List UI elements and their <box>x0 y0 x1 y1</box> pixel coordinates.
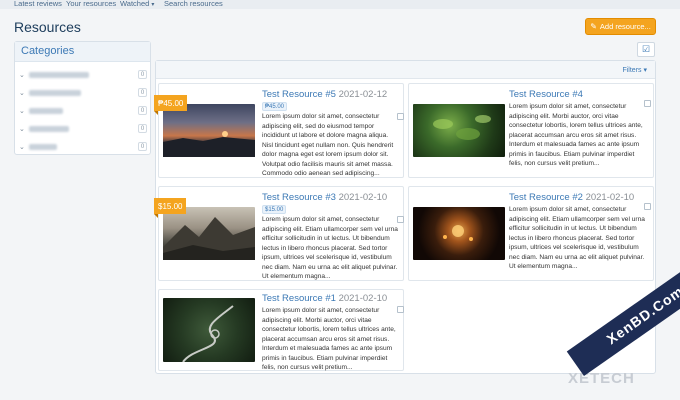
chevron-down-icon: ▾ <box>151 2 155 8</box>
category-label-blurred <box>29 90 81 96</box>
resource-title[interactable]: Test Resource #2 2021-02-10 <box>509 192 634 203</box>
category-label-blurred <box>29 72 89 78</box>
resource-thumbnail[interactable] <box>163 104 255 157</box>
price-tag: $15.00 <box>262 205 287 214</box>
chevron-down-icon[interactable]: ⌄ <box>19 71 27 79</box>
resource-description: Lorem ipsum dolor sit amet, consectetur … <box>509 103 643 167</box>
select-checkbox[interactable] <box>397 216 404 223</box>
filters-button[interactable]: Filters ▾ <box>622 66 647 74</box>
resource-title[interactable]: Test Resource #1 2021-02-10 <box>262 293 387 304</box>
chevron-down-icon[interactable]: ⌄ <box>19 107 27 115</box>
category-item[interactable]: ⌄ 0 <box>19 141 147 153</box>
category-count: 0 <box>138 88 147 97</box>
select-checkbox[interactable] <box>644 100 651 107</box>
resource-description: Lorem ipsum dolor sit amet, consectetur … <box>262 216 398 280</box>
resource-card[interactable]: Test Resource #2 2021-02-10 Lorem ipsum … <box>408 186 654 281</box>
resource-card[interactable]: Test Resource #4 Lorem ipsum dolor sit a… <box>408 83 654 178</box>
select-checkbox[interactable] <box>644 203 651 210</box>
category-count: 0 <box>138 70 147 79</box>
resource-title[interactable]: Test Resource #5 2021-02-12 <box>262 89 387 100</box>
resource-date: 2021-02-10 <box>338 293 388 304</box>
chevron-down-icon: ▾ <box>643 67 647 74</box>
green-leaves-image <box>433 115 491 140</box>
resource-title-text: Test Resource #2 <box>509 192 583 203</box>
watermark-text-secondary: XETECH <box>568 370 635 387</box>
add-resource-label: Add resource... <box>599 22 651 31</box>
category-item[interactable]: ⌄ 0 <box>19 69 147 81</box>
category-item[interactable]: ⌄ 0 <box>19 105 147 117</box>
resource-title-text: Test Resource #3 <box>262 192 336 203</box>
resource-date: 2021-02-10 <box>585 192 635 203</box>
chevron-down-icon[interactable]: ⌄ <box>19 89 27 97</box>
category-label-blurred <box>29 108 63 114</box>
edit-icon: ✎ <box>590 22 597 31</box>
select-checkbox[interactable] <box>397 113 404 120</box>
filter-bar: Filters ▾ <box>156 61 655 79</box>
resource-thumbnail[interactable] <box>413 104 505 157</box>
filters-label: Filters <box>622 67 642 74</box>
resource-title[interactable]: Test Resource #3 2021-02-10 <box>262 192 387 203</box>
top-navigation: Latest reviews Your resources Watched ▾ S… <box>0 0 680 9</box>
checkbox-icon: ☑ <box>641 44 651 54</box>
resource-description: Lorem ipsum dolor sit amet, consectetur … <box>509 206 645 270</box>
mountain-image <box>163 217 255 260</box>
resource-list: Filters ▾ Test Resource #5 2021-02-12 ₱4… <box>154 60 656 374</box>
page-title: Resources <box>14 19 81 35</box>
category-count: 0 <box>138 142 147 151</box>
resource-description: Lorem ipsum dolor sit amet, consectetur … <box>262 113 394 177</box>
price-ribbon: $15.00 <box>154 198 187 218</box>
resource-date: 2021-02-12 <box>338 89 388 100</box>
nav-watched-label: Watched <box>120 0 150 8</box>
resource-card[interactable]: Test Resource #3 2021-02-10 $15.00 Lorem… <box>158 186 404 281</box>
resource-date: 2021-02-10 <box>338 192 388 203</box>
resource-title[interactable]: Test Resource #4 <box>509 89 583 100</box>
nav-watched[interactable]: Watched ▾ <box>120 0 154 8</box>
category-count: 0 <box>138 106 147 115</box>
resource-title-text: Test Resource #1 <box>262 293 336 304</box>
select-checkbox[interactable] <box>397 306 404 313</box>
chevron-down-icon[interactable]: ⌄ <box>19 143 27 151</box>
resource-title-text: Test Resource #4 <box>509 89 583 100</box>
categories-sidebar: Categories ⌄ 0 ⌄ 0 ⌄ 0 ⌄ 0 ⌄ 0 <box>14 41 151 155</box>
categories-title: Categories <box>15 42 150 62</box>
resource-card[interactable]: Test Resource #5 2021-02-12 ₱45.00 Lorem… <box>158 83 404 178</box>
category-count: 0 <box>138 124 147 133</box>
forest-road-image <box>182 305 234 363</box>
glowing-lights-image <box>443 225 473 241</box>
resource-thumbnail[interactable] <box>163 207 255 260</box>
select-toggle-button[interactable]: ☑ <box>637 42 655 57</box>
resource-card[interactable]: Test Resource #1 2021-02-10 Lorem ipsum … <box>158 289 404 371</box>
nav-latest-reviews[interactable]: Latest reviews <box>14 0 62 8</box>
chevron-down-icon[interactable]: ⌄ <box>19 125 27 133</box>
resource-title-text: Test Resource #5 <box>262 89 336 100</box>
resource-thumbnail[interactable] <box>413 207 505 260</box>
nav-search-resources[interactable]: Search resources <box>164 0 223 8</box>
resource-description: Lorem ipsum dolor sit amet, consectetur … <box>262 307 396 371</box>
category-label-blurred <box>29 126 69 132</box>
category-item[interactable]: ⌄ 0 <box>19 123 147 135</box>
price-tag: ₱45.00 <box>262 102 288 111</box>
add-resource-button[interactable]: ✎ Add resource... <box>585 18 656 35</box>
nav-your-resources[interactable]: Your resources <box>66 0 116 8</box>
price-ribbon: ₱45.00 <box>154 95 188 115</box>
sunset-lake-image <box>163 131 255 157</box>
category-label-blurred <box>29 144 57 150</box>
category-item[interactable]: ⌄ 0 <box>19 87 147 99</box>
resource-thumbnail[interactable] <box>163 298 255 363</box>
